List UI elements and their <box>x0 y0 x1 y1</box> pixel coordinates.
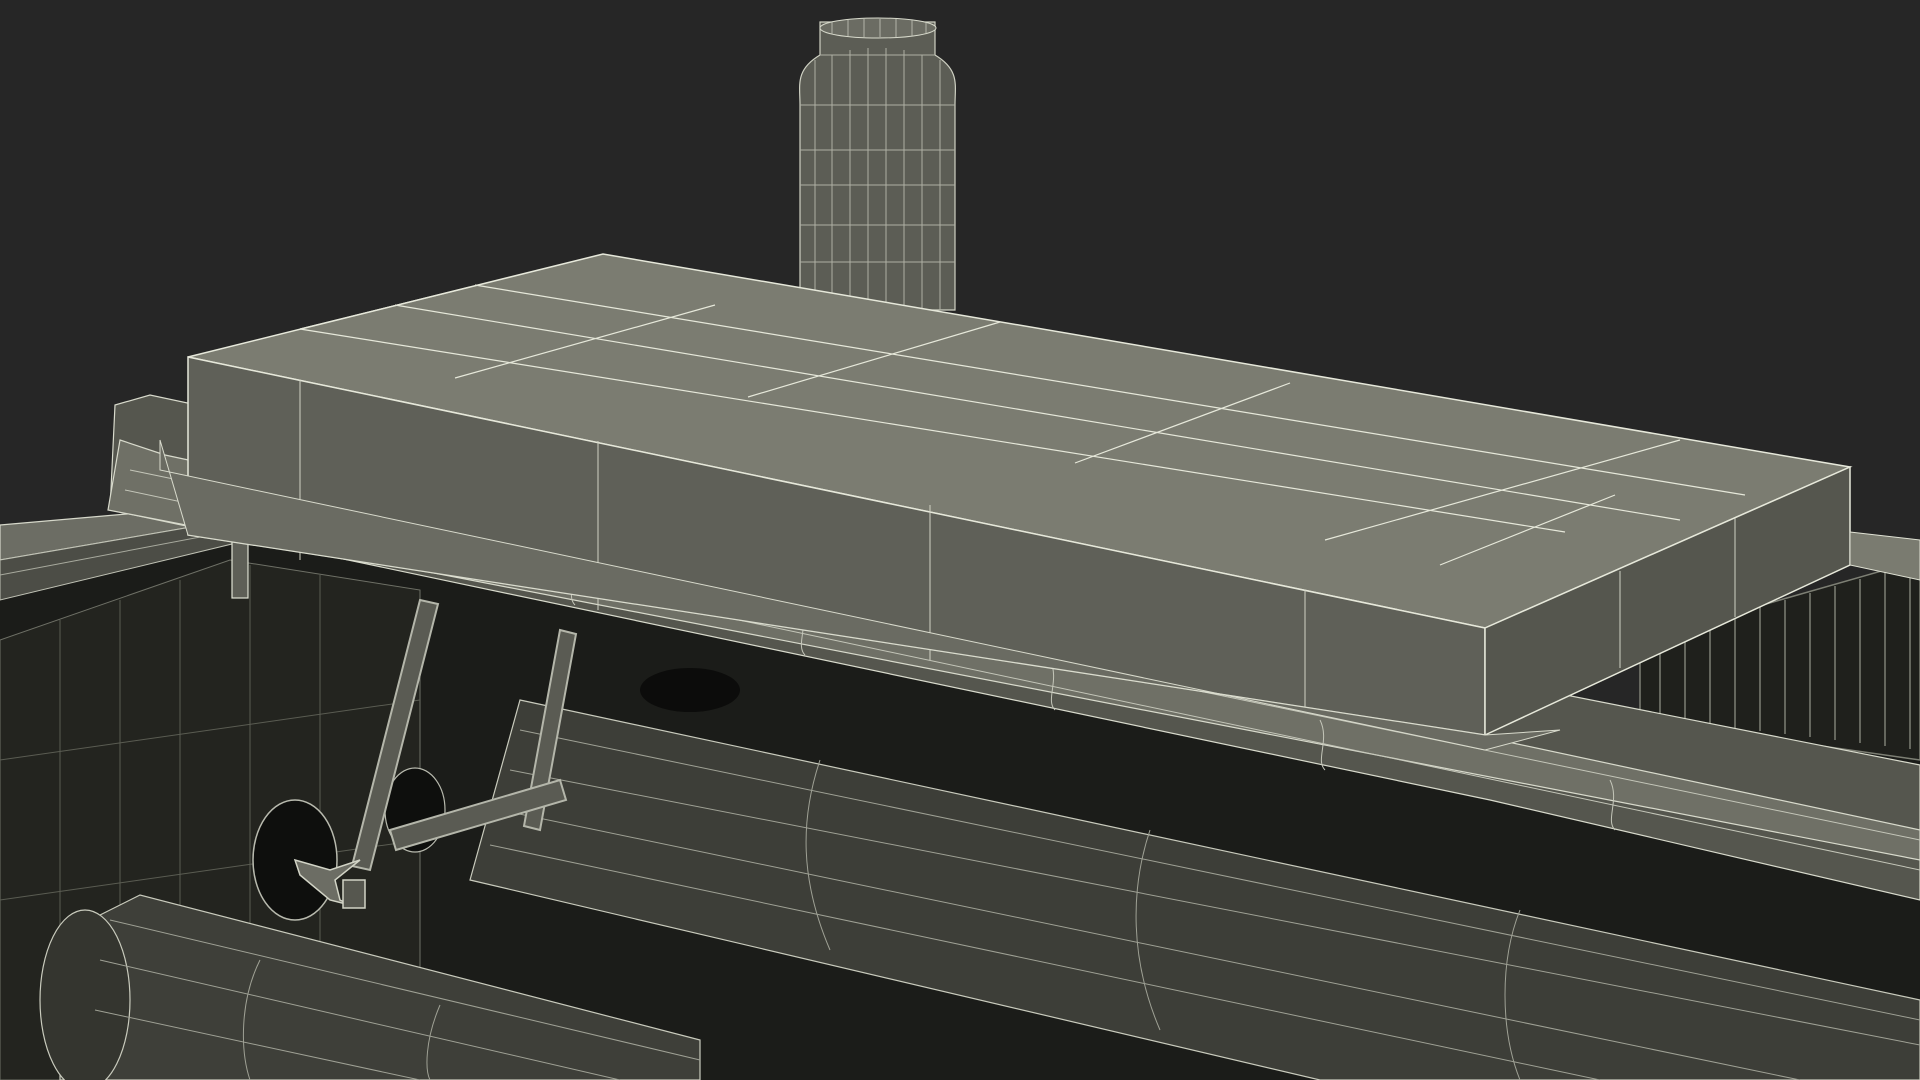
deck-opening <box>640 668 740 712</box>
wireframe-scene <box>0 0 1920 1080</box>
canister <box>799 17 956 311</box>
render-viewport <box>0 0 1920 1080</box>
